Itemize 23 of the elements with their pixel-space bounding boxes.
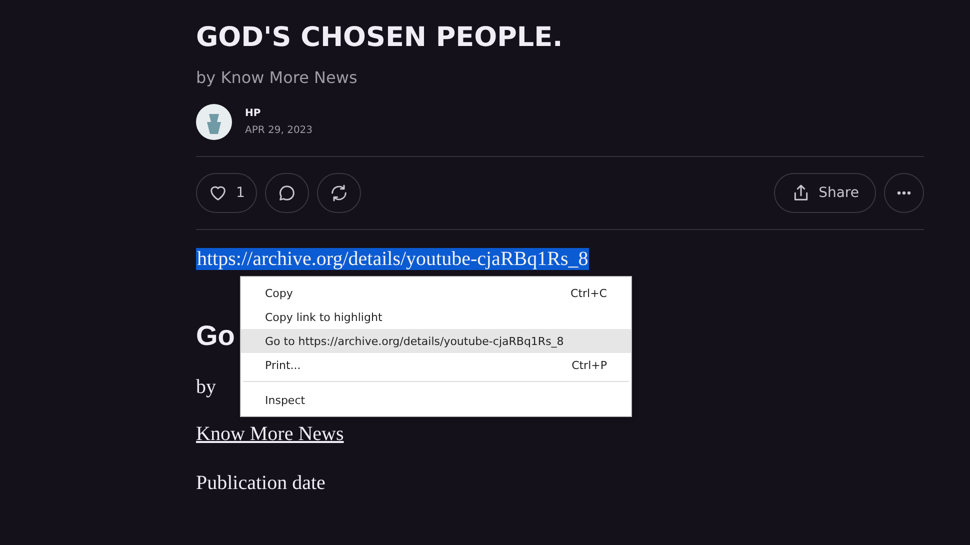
share-button[interactable]: Share (774, 173, 876, 213)
menu-item[interactable]: Go to https://archive.org/details/youtube-cjaRBq1Rs_8 (241, 329, 631, 353)
menu-item[interactable]: Print... Ctrl+P (241, 353, 631, 377)
avatar (196, 104, 232, 140)
restack-button[interactable] (316, 173, 361, 213)
publication-date-label: Publication date (196, 472, 326, 495)
comment-button[interactable] (264, 173, 309, 213)
menu-item[interactable]: Copy Ctrl+C (241, 281, 631, 305)
post-byline: by Know More News (196, 67, 358, 89)
more-icon (897, 191, 911, 195)
refresh-icon (328, 183, 349, 203)
menu-item[interactable]: Inspect (241, 388, 631, 412)
by-text: by (196, 376, 216, 399)
author-name[interactable]: HP (245, 108, 313, 119)
speech-bubble-icon (276, 183, 297, 203)
link-text[interactable]: https://archive.org/details/youtube-cjaRBq1Rs_8 (196, 248, 590, 270)
menu-item[interactable]: Copy link to highlight (241, 305, 631, 329)
heart-icon (208, 183, 228, 203)
like-button[interactable]: 1 (196, 173, 257, 213)
section-heading: Go (196, 319, 235, 353)
source-link[interactable]: Know More News (196, 423, 344, 446)
post-date: APR 29, 2023 (245, 125, 313, 136)
post-title: GOD'S CHOSEN PEOPLE. (196, 21, 564, 55)
